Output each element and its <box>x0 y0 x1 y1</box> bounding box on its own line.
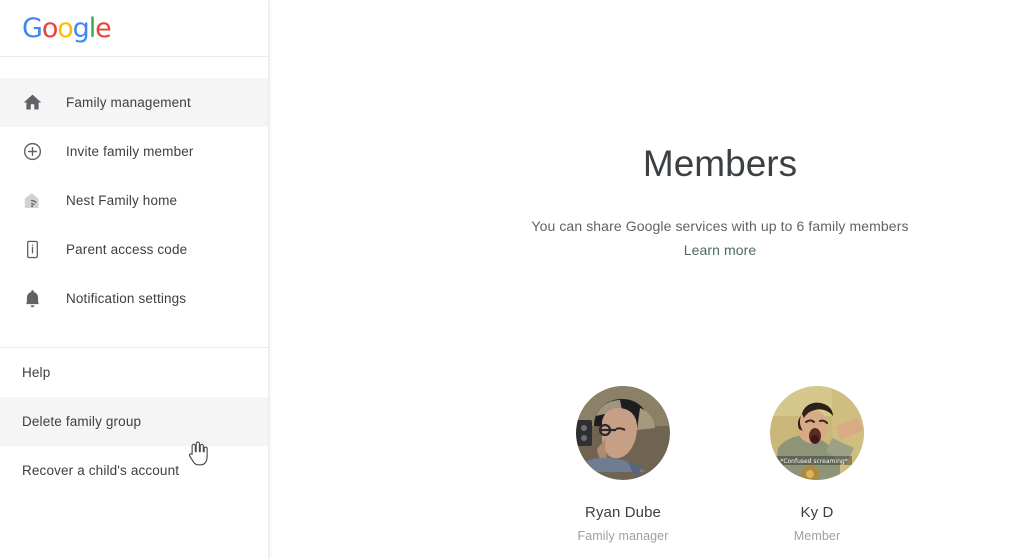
member-role: Family manager <box>577 529 669 543</box>
plus-circle-icon <box>22 141 52 162</box>
learn-more-container: Learn more <box>342 242 1024 260</box>
logo-letter-g: G <box>22 12 43 44</box>
sidebar: Google Family management Invite family m… <box>0 0 268 559</box>
sidebar-item-parent-access-code[interactable]: Parent access code <box>0 225 268 274</box>
members-list: Ryan Dube Family manager *Confused screa… <box>342 386 1024 543</box>
member-card[interactable]: *Confused screaming* Ky D Member <box>769 386 865 543</box>
sidebar-top-spacer <box>0 57 268 78</box>
sidebar-item-label: Family management <box>66 95 191 110</box>
sidebar-nav-bottom-spacer <box>0 323 268 347</box>
learn-more-link[interactable]: Learn more <box>684 242 757 258</box>
member-name: Ky D <box>800 504 834 521</box>
sidebar-item-invite-family-member[interactable]: Invite family member <box>0 127 268 176</box>
member-name: Ryan Dube <box>585 504 661 521</box>
sidebar-item-label: Delete family group <box>22 414 142 429</box>
logo-letter-o2: o <box>57 12 74 44</box>
photo-man-yelling: *Confused screaming* <box>770 386 864 480</box>
sidebar-item-notification-settings[interactable]: Notification settings <box>0 274 268 323</box>
sidebar-item-label: Nest Family home <box>66 193 178 208</box>
main-content: Members You can share Google services wi… <box>268 0 1024 559</box>
sidebar-item-label: Notification settings <box>66 291 187 306</box>
member-card[interactable]: Ryan Dube Family manager <box>575 386 671 543</box>
svg-text:*Confused screaming*: *Confused screaming* <box>780 458 847 465</box>
google-logo[interactable]: Google <box>22 12 112 44</box>
logo-letter-e: e <box>95 12 112 44</box>
members-panel: Members You can share Google services wi… <box>268 0 1024 559</box>
members-description: You can share Google services with up to… <box>531 218 909 234</box>
sidebar-item-delete-family-group[interactable]: Delete family group <box>0 397 268 446</box>
photo-man-with-cap <box>576 386 670 480</box>
avatar[interactable]: *Confused screaming* <box>770 386 864 480</box>
home-icon <box>22 92 52 113</box>
family-settings-page: Google Family management Invite family m… <box>0 0 1024 559</box>
sidebar-item-recover-childs-account[interactable]: Recover a child's account <box>0 446 268 495</box>
member-role: Member <box>793 529 841 543</box>
bell-icon <box>22 288 52 309</box>
nest-home-wifi-icon <box>22 190 52 211</box>
avatar[interactable] <box>576 386 670 480</box>
sidebar-item-label: Recover a child's account <box>22 463 180 478</box>
sidebar-item-label: Invite family member <box>66 144 194 159</box>
sidebar-nav-group: Family management Invite family member N… <box>0 78 268 323</box>
logo-letter-o1: o <box>41 12 59 44</box>
sidebar-item-label: Help <box>22 365 51 380</box>
sidebar-item-family-management[interactable]: Family management <box>0 78 268 127</box>
logo-letter-g2: g <box>72 12 90 44</box>
sidebar-item-nest-family-home[interactable]: Nest Family home <box>0 176 268 225</box>
sidebar-item-help[interactable]: Help <box>0 348 268 397</box>
phone-info-icon <box>22 239 52 260</box>
google-logo-header: Google <box>0 0 268 57</box>
sidebar-item-label: Parent access code <box>66 242 188 257</box>
page-title: Members <box>642 143 798 184</box>
